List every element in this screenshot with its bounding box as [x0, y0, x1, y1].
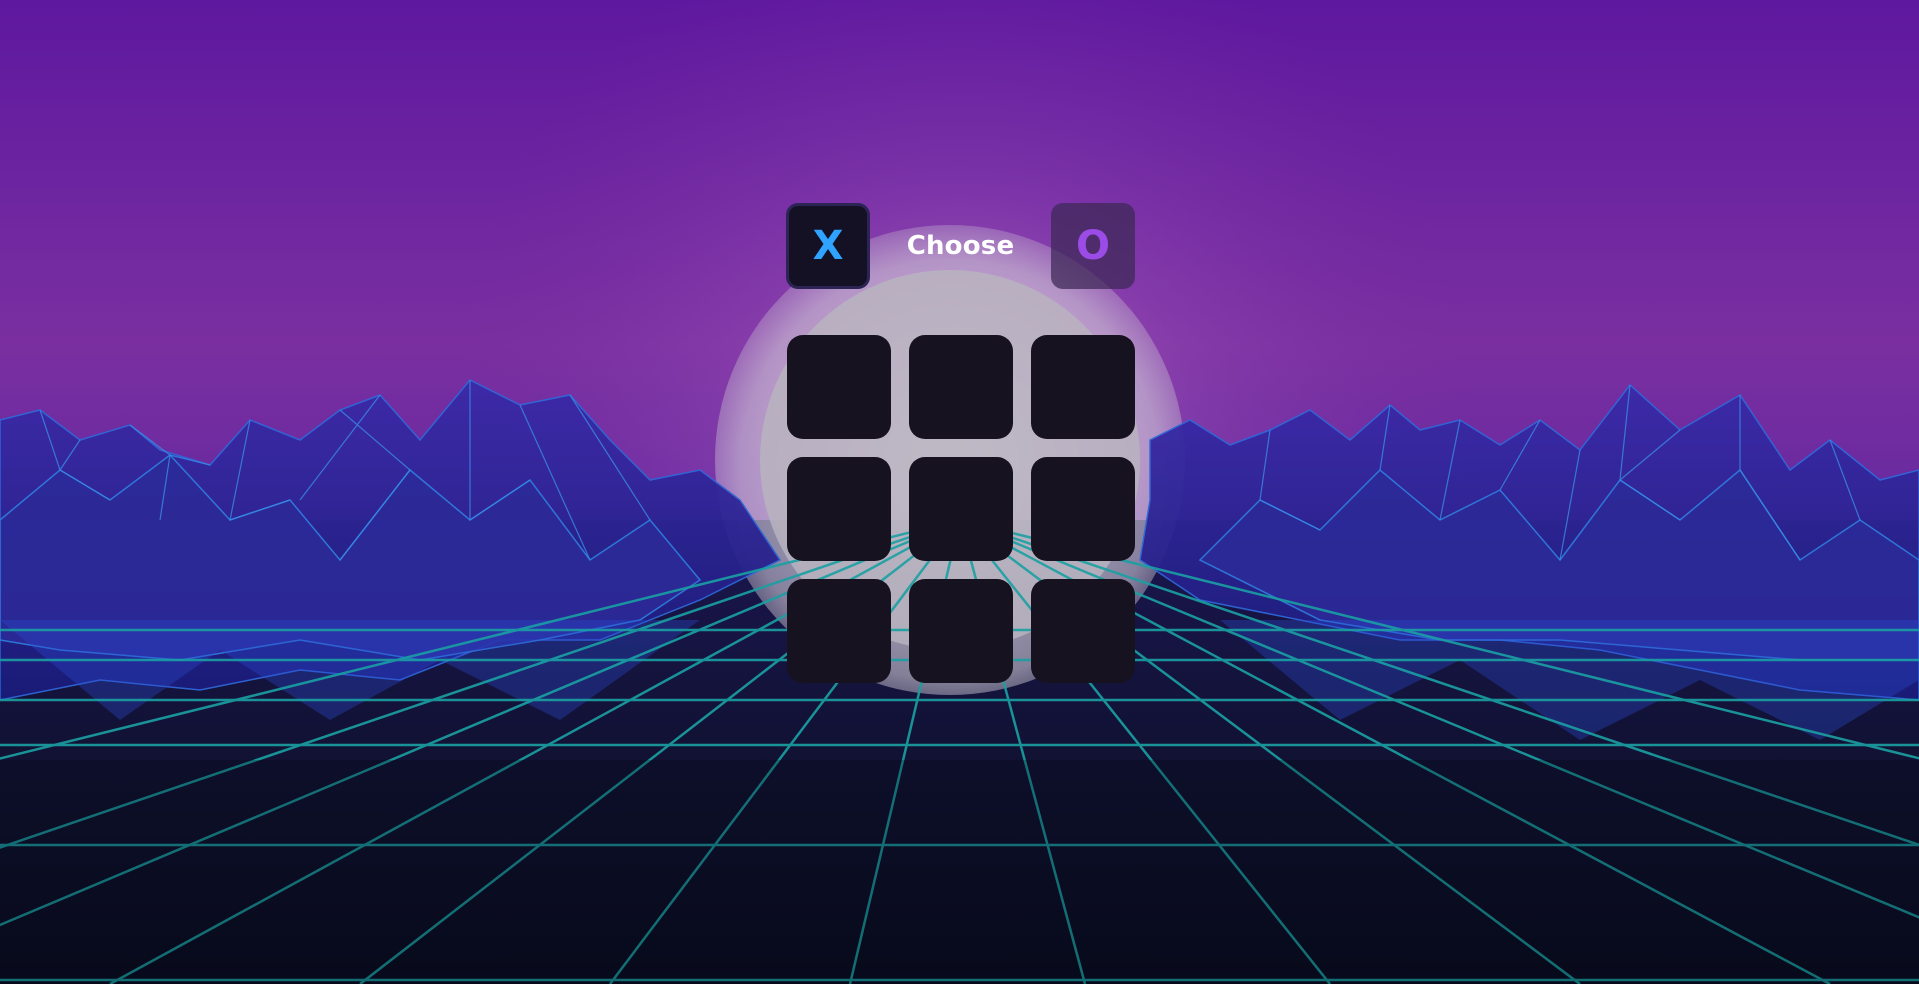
board-cell-6[interactable]	[1031, 457, 1135, 561]
tic-tac-toe-game: X Choose O	[786, 201, 1135, 683]
board-cell-8[interactable]	[909, 579, 1013, 683]
symbol-chooser: X Choose O	[786, 201, 1135, 291]
board-cell-2[interactable]	[909, 335, 1013, 439]
board-cell-5[interactable]	[909, 457, 1013, 561]
board-cell-1[interactable]	[787, 335, 891, 439]
game-board	[787, 335, 1135, 683]
board-cell-4[interactable]	[787, 457, 891, 561]
choose-x-button[interactable]: X	[786, 203, 870, 289]
game-screen: X Choose O	[0, 0, 1919, 984]
choose-o-button[interactable]: O	[1051, 203, 1135, 289]
choose-label: Choose	[906, 231, 1015, 261]
board-cell-3[interactable]	[1031, 335, 1135, 439]
board-cell-9[interactable]	[1031, 579, 1135, 683]
board-cell-7[interactable]	[787, 579, 891, 683]
